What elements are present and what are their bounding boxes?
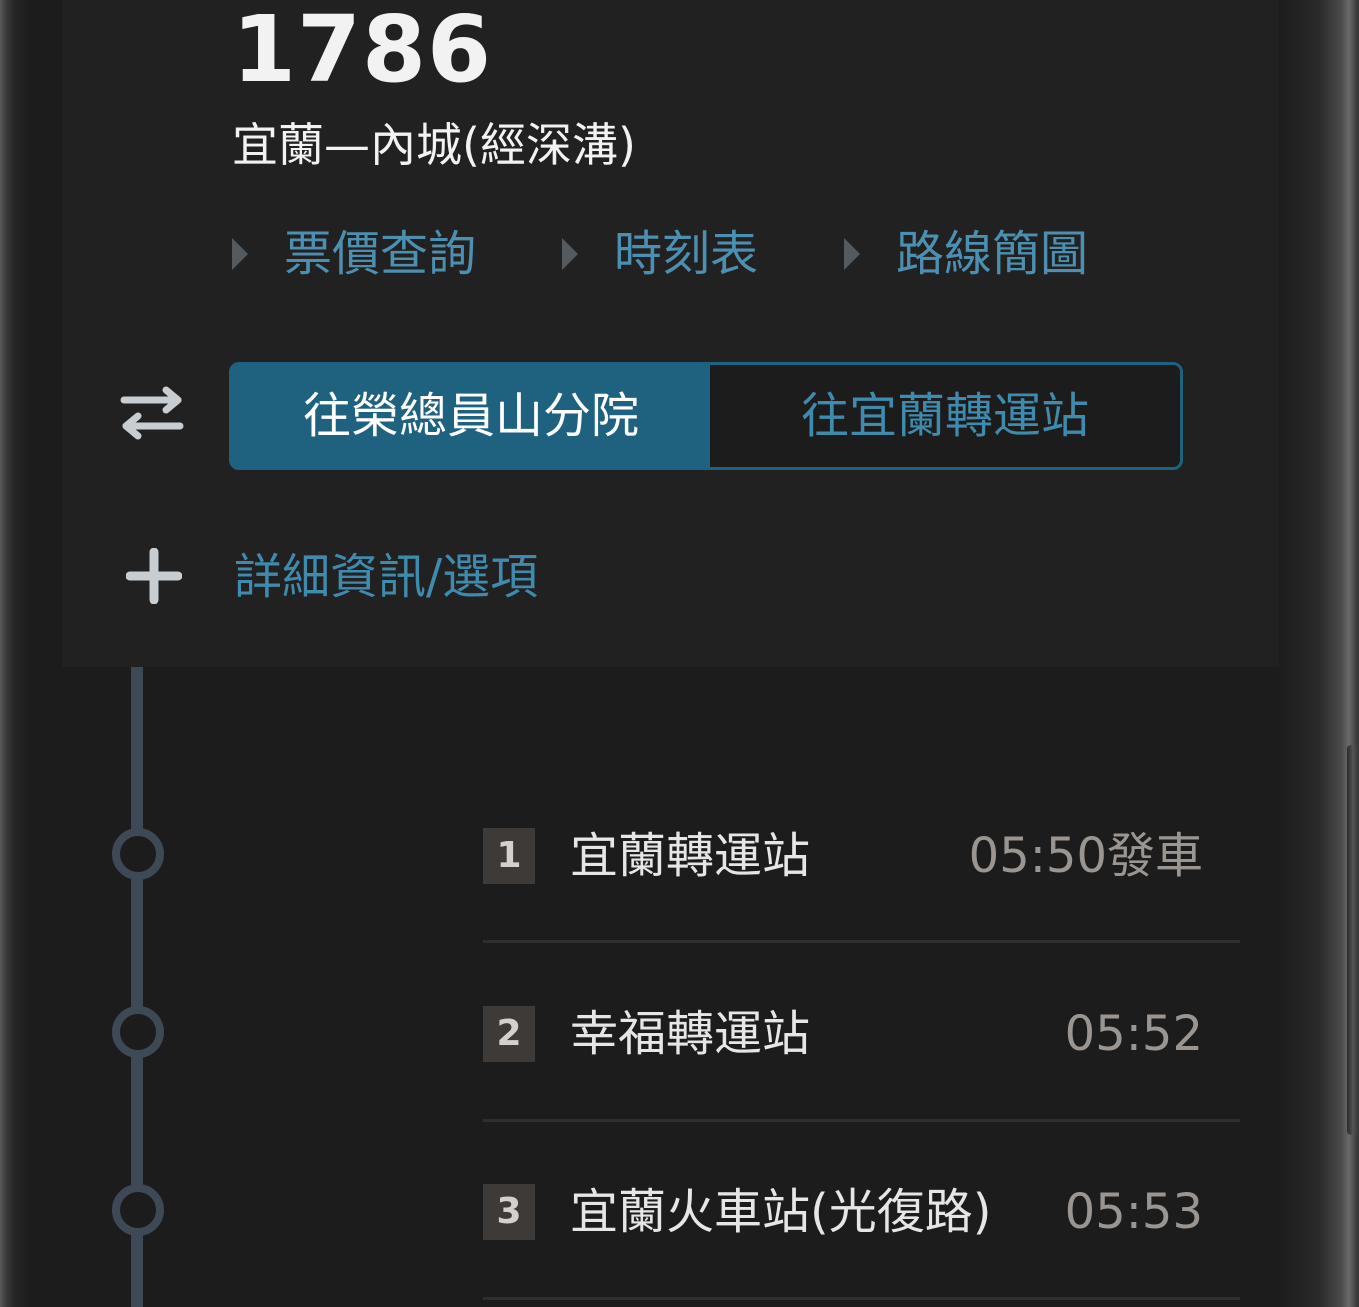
stop-sequence-badge: 1 bbox=[483, 828, 535, 884]
device-side-button bbox=[1347, 745, 1359, 1135]
plus-icon[interactable] bbox=[126, 548, 182, 604]
divider bbox=[483, 940, 1240, 943]
fare-query-link[interactable]: 票價查詢 bbox=[284, 222, 476, 286]
direction-option-active[interactable]: 往榮總員山分院 bbox=[232, 365, 710, 467]
route-map-link[interactable]: 路線簡圖 bbox=[896, 222, 1088, 286]
details-options-link[interactable]: 詳細資訊/選項 bbox=[234, 545, 538, 609]
stop-time: 05:52 bbox=[1064, 1006, 1203, 1062]
timetable-link[interactable]: 時刻表 bbox=[614, 222, 758, 286]
stop-name[interactable]: 幸福轉運站 bbox=[570, 1002, 810, 1066]
direction-option-inactive[interactable]: 往宜蘭轉運站 bbox=[710, 365, 1180, 467]
stop-node bbox=[112, 1006, 164, 1058]
caret-right-icon bbox=[232, 238, 248, 270]
caret-right-icon bbox=[562, 238, 578, 270]
stop-sequence-badge: 2 bbox=[483, 1006, 535, 1062]
caret-right-icon bbox=[844, 238, 860, 270]
stop-sequence-badge: 3 bbox=[483, 1184, 535, 1240]
stop-node bbox=[112, 828, 164, 880]
stop-time: 05:50發車 bbox=[968, 828, 1203, 884]
divider bbox=[483, 1119, 1240, 1122]
stop-time: 05:53 bbox=[1064, 1184, 1203, 1240]
divider bbox=[483, 1297, 1240, 1300]
stop-name[interactable]: 宜蘭轉運站 bbox=[570, 824, 810, 888]
device-frame: 1786 宜蘭—內城(經深溝) 票價查詢 時刻表 路線簡圖 往榮總員山分院 往宜… bbox=[0, 0, 1359, 1307]
direction-toggle: 往榮總員山分院 往宜蘭轉運站 bbox=[229, 362, 1183, 470]
stop-name[interactable]: 宜蘭火車站(光復路) bbox=[570, 1180, 991, 1244]
stop-node bbox=[112, 1184, 164, 1236]
route-name: 宜蘭—內城(經深溝) bbox=[232, 118, 636, 172]
swap-direction-icon[interactable] bbox=[118, 386, 186, 440]
route-number: 1786 bbox=[232, 0, 493, 103]
